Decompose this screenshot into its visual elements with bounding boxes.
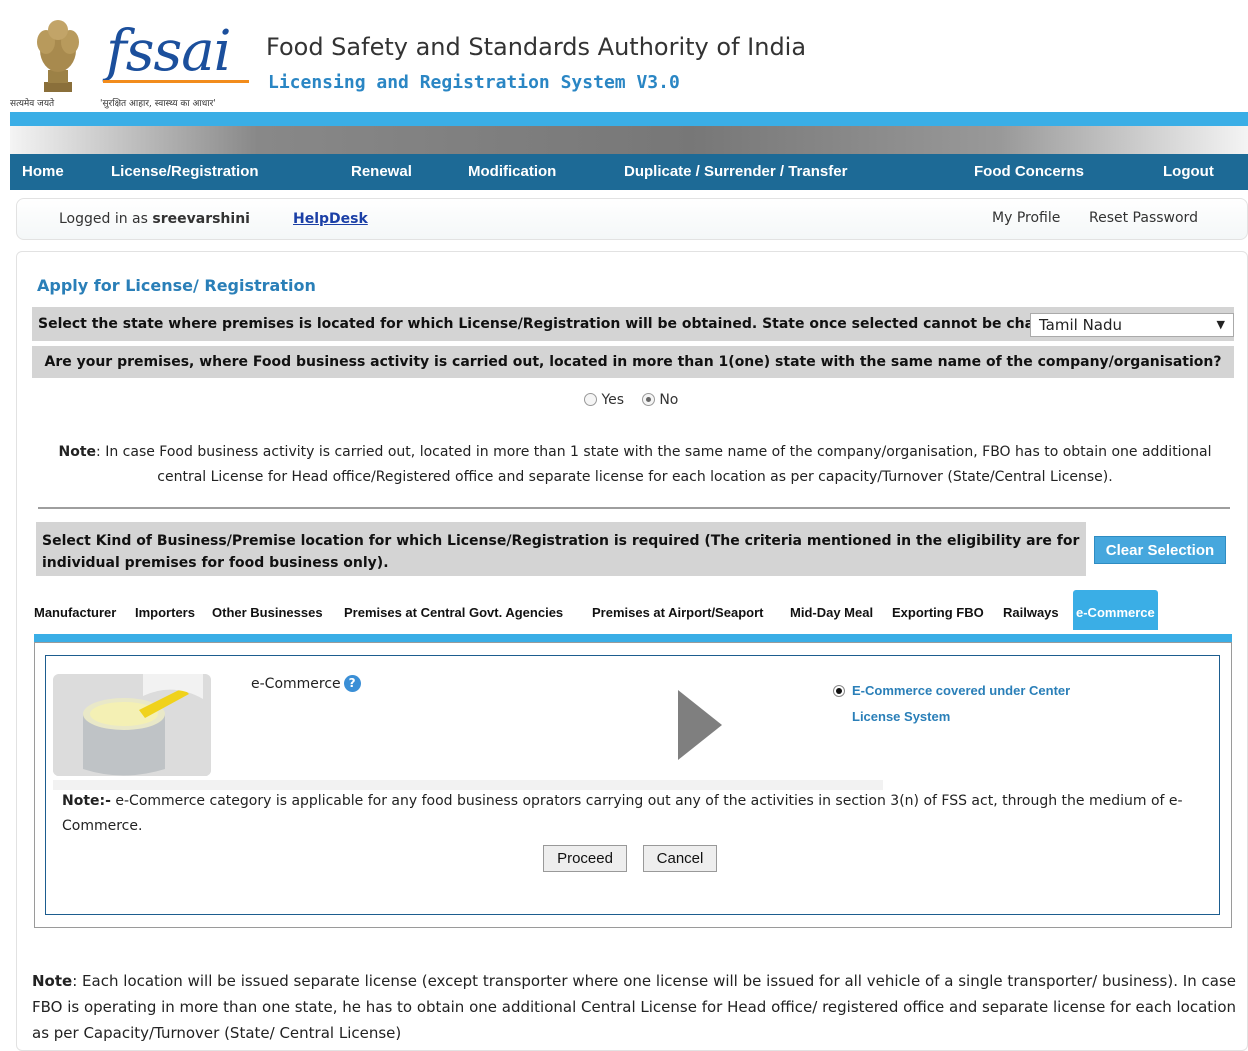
system-name: Licensing and Registration System V3.0 — [268, 72, 680, 93]
radio-yes[interactable] — [584, 393, 597, 406]
state-select-value: Tamil Nadu — [1039, 316, 1123, 334]
nav-modification[interactable]: Modification — [468, 154, 556, 190]
page-title: Apply for License/ Registration — [37, 276, 316, 295]
tab-mid-day-meal[interactable]: Mid-Day Meal — [790, 605, 873, 620]
multi-state-radio-group: Yes No — [584, 392, 678, 408]
dropdown-arrow-icon: ▼ — [1216, 318, 1225, 331]
milk-powder-tin-icon — [53, 674, 211, 776]
logo-tagline: 'सुरक्षित आहार, स्वास्थ्य का आधार' — [100, 99, 216, 109]
proceed-button[interactable]: Proceed — [543, 845, 627, 872]
ecommerce-note-text: e-Commerce category is applicable for an… — [62, 793, 1183, 834]
cancel-button[interactable]: Cancel — [643, 845, 717, 872]
question-circle-icon[interactable]: ? — [343, 675, 361, 692]
ecommerce-label: e-Commerce? — [251, 675, 361, 692]
ecommerce-label-text: e-Commerce — [251, 676, 341, 692]
logged-in-username: sreevarshini — [152, 211, 250, 227]
note-label: Note — [58, 444, 97, 460]
radio-no[interactable] — [641, 393, 655, 406]
radio-no-label: No — [659, 392, 679, 408]
header-swoosh — [10, 126, 1248, 154]
radio-yes-label: Yes — [601, 392, 625, 408]
main-nav: Home License/Registration Renewal Modifi… — [10, 154, 1248, 190]
play-arrow-icon — [678, 690, 722, 760]
radio-selected-icon — [833, 685, 845, 697]
logged-in-text: Logged in as sreevarshini — [59, 211, 250, 227]
header-stripe — [10, 112, 1248, 126]
note-text: : In case Food business activity is carr… — [96, 444, 1212, 485]
national-emblem-icon — [37, 20, 79, 92]
tab-other-businesses[interactable]: Other Businesses — [212, 605, 323, 620]
business-kind-prompt: Select Kind of Business/Premise location… — [42, 533, 1080, 571]
ecommerce-note: Note:- e-Commerce category is applicable… — [62, 789, 1207, 839]
ecommerce-note-label: Note:- — [62, 793, 111, 809]
tab-airport-seaport[interactable]: Premises at Airport/Seaport — [592, 605, 763, 620]
ecommerce-option-label[interactable]: E-Commerce covered under Center License … — [852, 678, 1112, 730]
footer-note-label: Note — [32, 972, 73, 990]
helpdesk-link[interactable]: HelpDesk — [293, 211, 368, 227]
emblem-motto: सत्यमेव जयते — [10, 99, 55, 109]
org-name: Food Safety and Standards Authority of I… — [266, 33, 807, 61]
my-profile-link[interactable]: My Profile — [992, 210, 1060, 226]
reset-password-link[interactable]: Reset Password — [1089, 210, 1198, 226]
user-bar: Logged in as sreevarshini HelpDesk My Pr… — [16, 198, 1248, 240]
nav-home[interactable]: Home — [22, 154, 64, 190]
nav-renewal[interactable]: Renewal — [351, 154, 412, 190]
nav-license-registration[interactable]: License/Registration — [111, 154, 259, 190]
multi-state-note: Note: In case Food business activity is … — [40, 440, 1230, 490]
logo-underline — [103, 80, 249, 83]
clear-selection-button[interactable]: Clear Selection — [1094, 536, 1226, 564]
state-prompt: Select the state where premises is locat… — [38, 316, 1079, 332]
tab-railways[interactable]: Railways — [1003, 605, 1059, 620]
site-header: सत्यमेव जयते fssai 'सुरक्षित आहार, स्वास… — [0, 0, 1248, 112]
tab-central-govt-agencies[interactable]: Premises at Central Govt. Agencies — [344, 605, 563, 620]
business-kind-bar: Select Kind of Business/Premise location… — [36, 522, 1086, 576]
multi-state-question: Are your premises, where Food business a… — [44, 354, 1222, 370]
divider — [38, 507, 1230, 509]
tab-manufacturer[interactable]: Manufacturer — [34, 605, 116, 620]
logged-in-prefix: Logged in as — [59, 211, 148, 227]
tab-exporting-fbo[interactable]: Exporting FBO — [892, 605, 984, 620]
nav-duplicate-surrender-transfer[interactable]: Duplicate / Surrender / Transfer — [624, 154, 847, 190]
multi-state-question-bar: Are your premises, where Food business a… — [32, 346, 1234, 378]
footer-note-text: : Each location will be issued separate … — [32, 972, 1236, 1042]
ecommerce-image — [53, 674, 211, 776]
state-select[interactable]: Tamil Nadu ▼ — [1030, 313, 1234, 337]
nav-food-concerns[interactable]: Food Concerns — [974, 154, 1084, 190]
tab-importers[interactable]: Importers — [135, 605, 195, 620]
tab-e-commerce[interactable]: e-Commerce — [1073, 590, 1158, 630]
fssai-logo: fssai — [106, 19, 231, 84]
tab-underline — [34, 634, 1232, 642]
footer-note: Note: Each location will be issued separ… — [32, 968, 1236, 1046]
ecommerce-option-radio[interactable] — [833, 682, 845, 701]
nav-logout[interactable]: Logout — [1163, 154, 1214, 190]
